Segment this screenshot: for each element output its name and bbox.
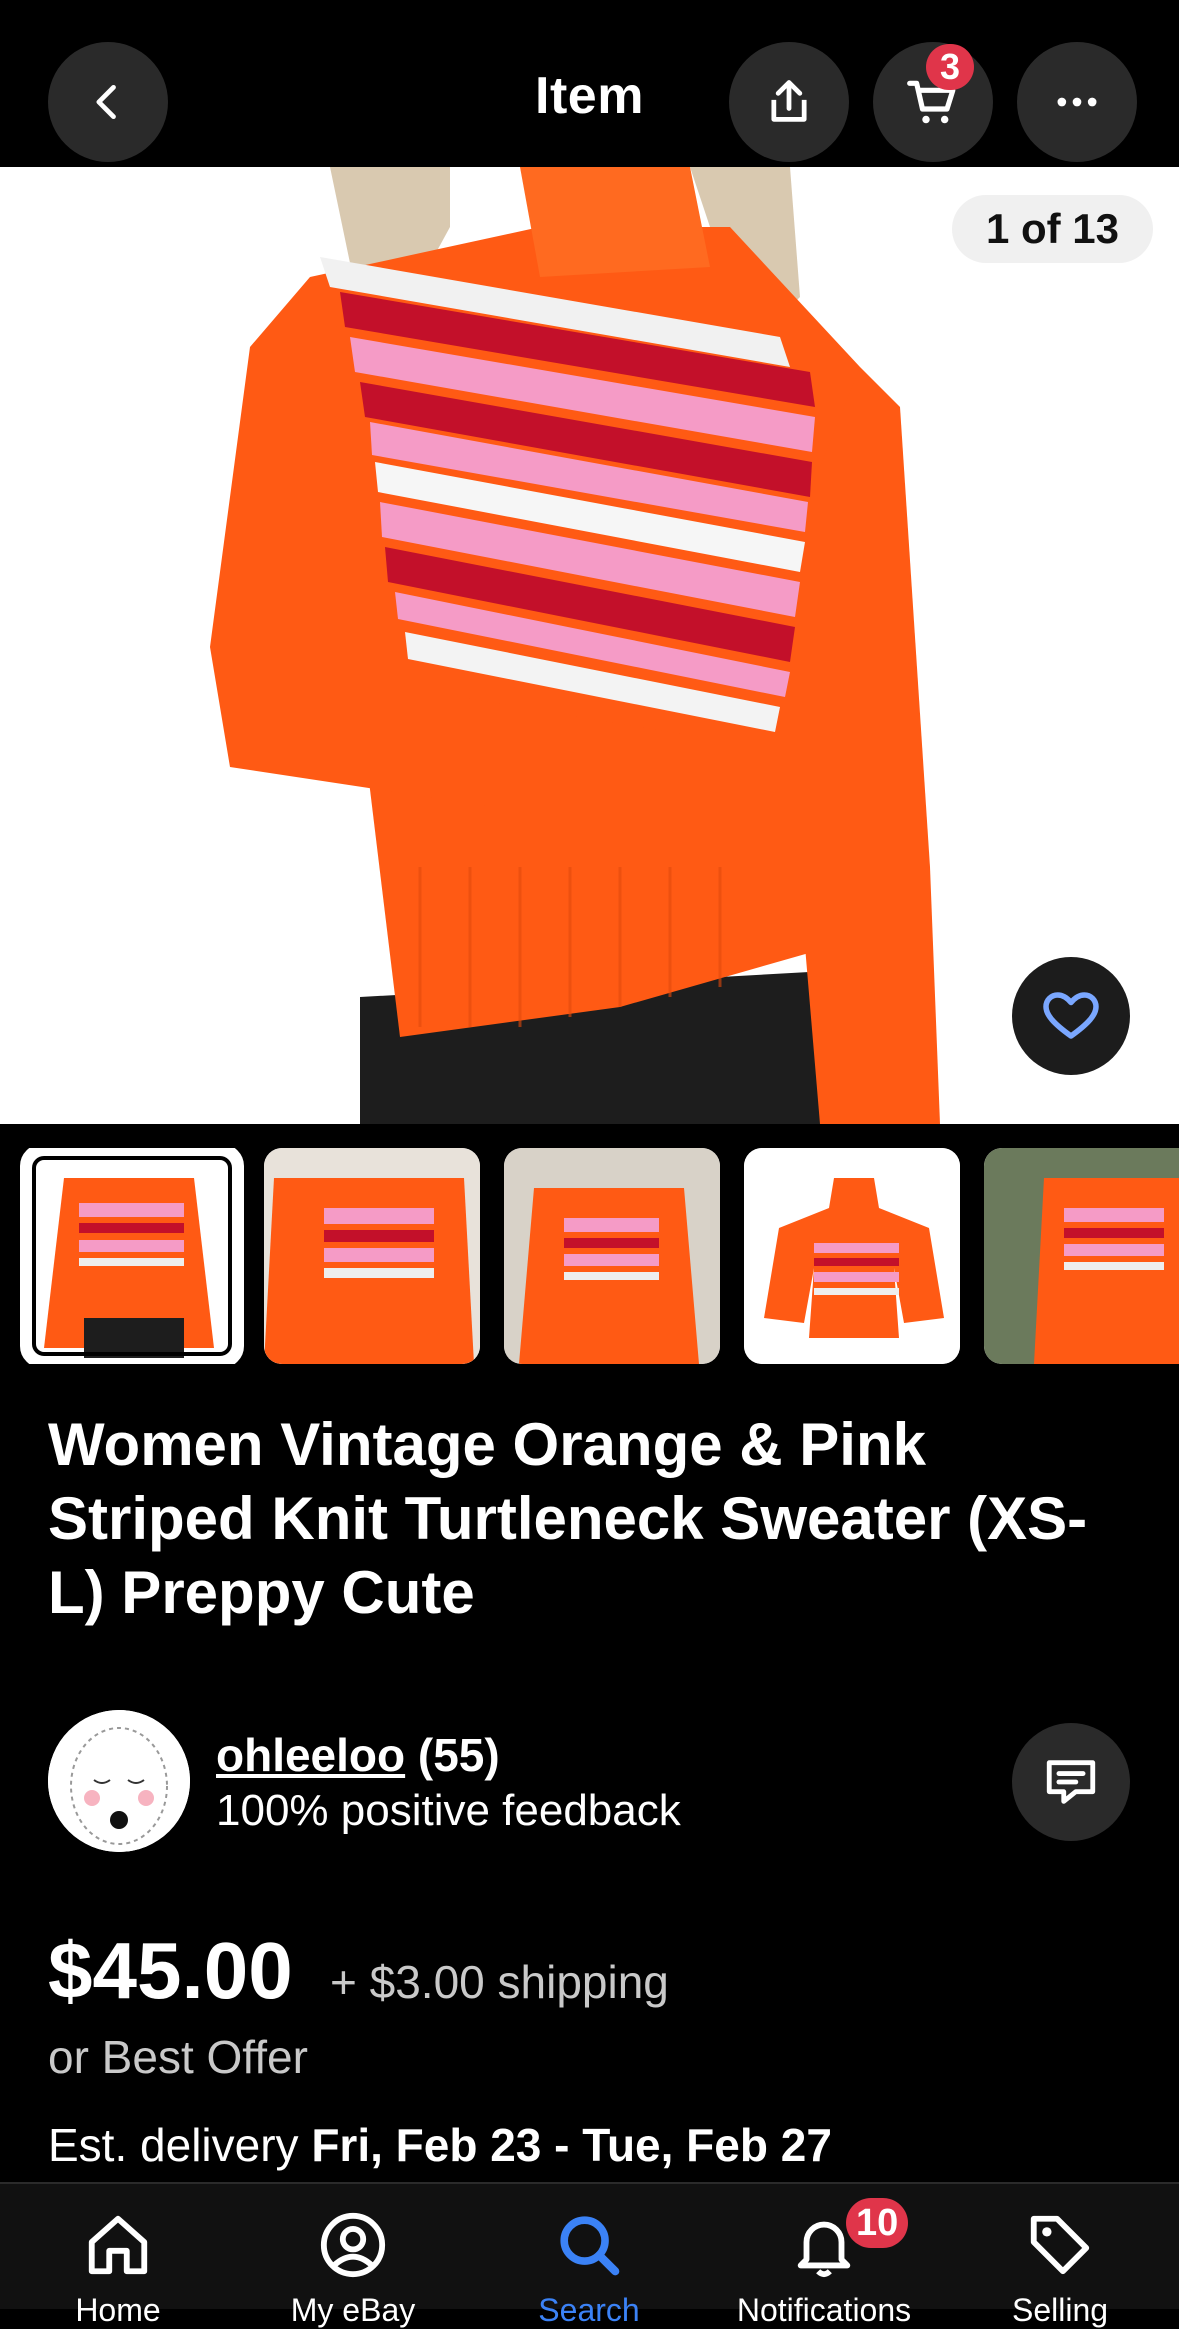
- nav-selling[interactable]: Selling: [960, 2184, 1160, 2328]
- message-seller-button[interactable]: [1012, 1723, 1130, 1841]
- seller-score: (55): [417, 1729, 500, 1781]
- sweater-photo: [0, 167, 1179, 1124]
- watch-button[interactable]: [1012, 957, 1130, 1075]
- nav-home-label: Home: [75, 2292, 161, 2328]
- more-horizontal-icon: [1057, 97, 1097, 107]
- thumbnail-4[interactable]: [744, 1148, 960, 1364]
- seller-avatar[interactable]: [48, 1710, 190, 1852]
- image-counter: 1 of 13: [951, 195, 1153, 263]
- user-icon: [320, 2212, 386, 2278]
- seller-name-link[interactable]: ohleeloo: [216, 1729, 405, 1781]
- share-button[interactable]: [729, 42, 849, 162]
- nav-search[interactable]: Search: [489, 2184, 689, 2328]
- product-image[interactable]: 1 of 13: [0, 167, 1179, 1124]
- thumbnail-5[interactable]: [984, 1148, 1179, 1364]
- seller-info: ohleeloo (55): [216, 1728, 500, 1782]
- more-options-button[interactable]: [1017, 42, 1137, 162]
- chat-icon: [1046, 1760, 1096, 1804]
- avatar-image: [48, 1710, 190, 1852]
- estimated-delivery: Est. delivery Fri, Feb 23 - Tue, Feb 27: [48, 2118, 832, 2172]
- thumbnail-3[interactable]: [504, 1148, 720, 1364]
- nav-notifications-label: Notifications: [736, 2292, 912, 2328]
- cart-count-badge: 3: [926, 44, 974, 90]
- shipping-cost: + $3.00 shipping: [330, 1956, 669, 2008]
- nav-my-ebay-label: My eBay: [290, 2292, 416, 2328]
- search-icon: [560, 2216, 620, 2276]
- delivery-label: Est. delivery: [48, 2119, 299, 2171]
- share-icon: [771, 80, 807, 122]
- thumbnail-strip[interactable]: [0, 1148, 1179, 1364]
- seller-feedback: 100% positive feedback: [216, 1786, 681, 1835]
- notifications-count-badge: 10: [846, 2198, 909, 2248]
- nav-selling-label: Selling: [1011, 2292, 1109, 2328]
- listing-title: Women Vintage Orange & Pink Striped Knit…: [48, 1411, 1088, 1626]
- tag-icon: [1030, 2215, 1090, 2275]
- nav-search-label: Search: [538, 2292, 640, 2328]
- page-title: Item: [535, 67, 644, 125]
- thumbnail-1[interactable]: [20, 1148, 244, 1364]
- best-offer-note: or Best Offer: [48, 2031, 308, 2083]
- nav-my-ebay[interactable]: My eBay: [253, 2184, 453, 2328]
- home-icon: [88, 2215, 148, 2275]
- delivery-dates: Fri, Feb 23 - Tue, Feb 27: [311, 2119, 832, 2171]
- top-bar: Item 3: [0, 0, 1179, 167]
- bottom-nav: Home My eBay Search Notifications 10 Sel…: [0, 2182, 1179, 2328]
- nav-home[interactable]: Home: [18, 2184, 218, 2328]
- price: $45.00: [48, 1926, 293, 2015]
- thumbnail-2[interactable]: [264, 1148, 480, 1364]
- heart-icon: [1043, 992, 1099, 1039]
